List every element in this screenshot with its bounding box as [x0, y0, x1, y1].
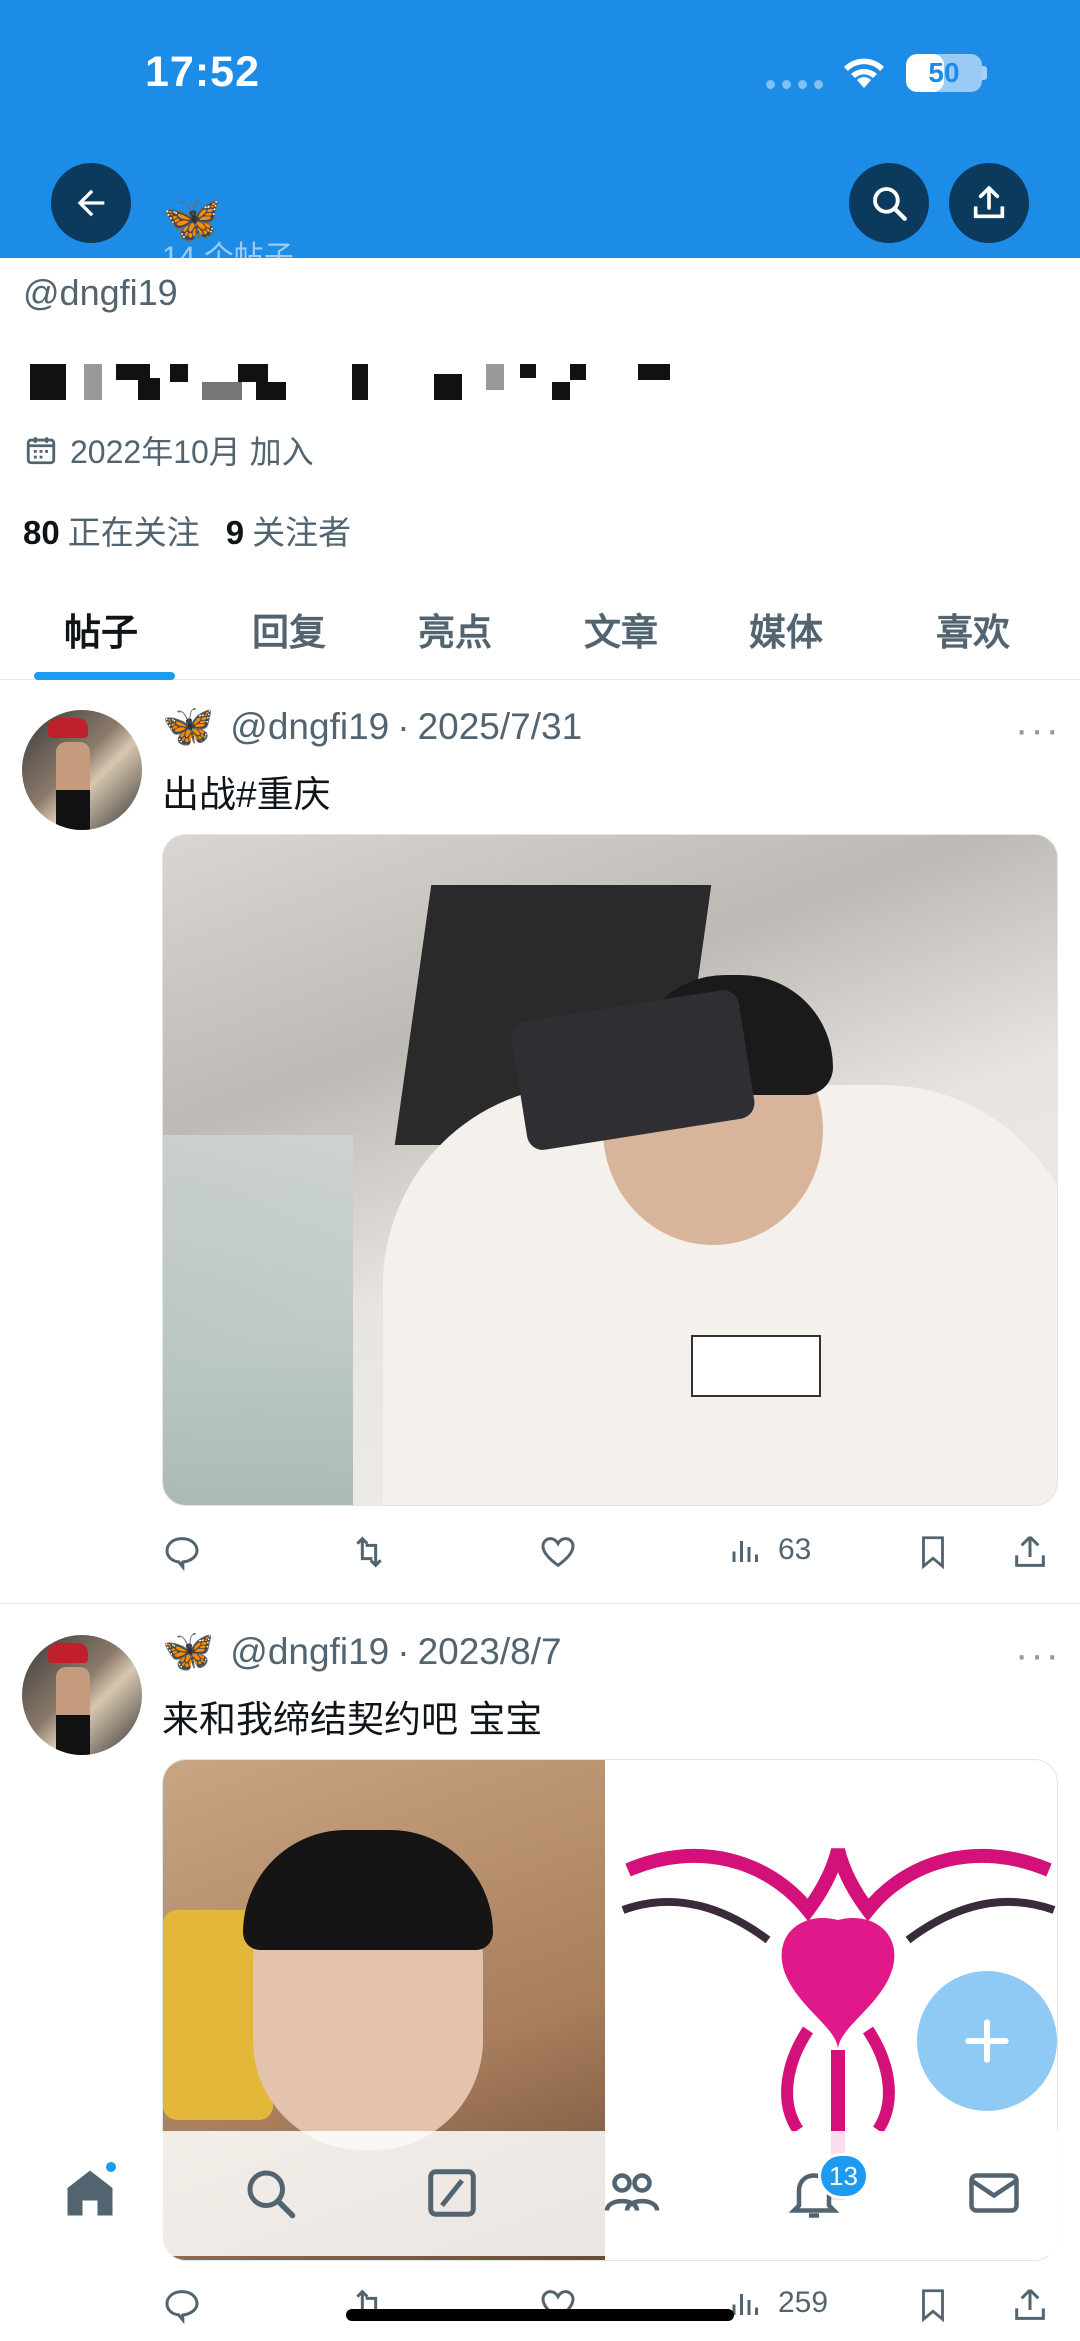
home-unread-dot [104, 2160, 118, 2174]
tab-likes[interactable]: 喜欢 [936, 602, 1010, 656]
reply-icon [165, 1537, 199, 1572]
followers-count: 9 [225, 514, 245, 551]
post-actions: 259 [162, 2275, 1058, 2335]
profile-tabs: 帖子 回复 亮点 文章 媒体 喜欢 [0, 582, 1080, 680]
share-button[interactable] [949, 163, 1029, 243]
like-button[interactable] [538, 1532, 578, 1572]
bookmark-button[interactable] [914, 1532, 952, 1572]
share-post-button[interactable] [1010, 1532, 1050, 1572]
post-separator: · [397, 705, 410, 747]
bookmark-icon [922, 2289, 944, 2323]
search-icon [873, 187, 907, 221]
search-icon[interactable] [240, 2163, 300, 2223]
heart-icon [541, 1537, 575, 1568]
post-header: 🦋 @dngfi19 · 2023/8/7 [162, 1627, 562, 1676]
more-options-button[interactable]: ··· [1015, 1633, 1061, 1678]
more-options-button[interactable]: ··· [1015, 708, 1061, 753]
tab-highlights[interactable]: 亮点 [418, 602, 492, 656]
share-icon [1015, 2288, 1045, 2320]
followers-label: 关注者 [252, 514, 352, 551]
bookmark-icon [922, 1536, 944, 1570]
retweet-button[interactable] [348, 1532, 390, 1572]
cellular-signal-icon [766, 80, 823, 89]
reply-button[interactable] [162, 2285, 202, 2325]
tab-media[interactable]: 媒体 [749, 602, 823, 656]
search-button[interactable] [849, 163, 929, 243]
redacted-bio [30, 364, 680, 404]
share-icon [973, 186, 1005, 219]
views-count: 259 [778, 2286, 829, 2319]
mail-icon[interactable] [964, 2163, 1024, 2223]
bottom-nav [0, 2131, 1080, 2256]
battery-indicator: 50 [906, 54, 982, 92]
tab-articles[interactable]: 文章 [584, 602, 658, 656]
profile-header-banner: 17:52 50 🦋 14 个帖子 [0, 0, 1080, 258]
post-handle[interactable]: @dngfi19 [230, 706, 389, 748]
tab-posts[interactable]: 帖子 [64, 602, 138, 656]
profile-handle: @dngfi19 [23, 272, 178, 313]
share-post-button[interactable] [1010, 2285, 1050, 2325]
post-text: 来和我缔结契约吧 宝宝 [162, 1699, 543, 1740]
post-handle[interactable]: @dngfi19 [230, 1631, 389, 1673]
post-text: 出战#重庆 [162, 774, 331, 815]
post-date[interactable]: 2025/7/31 [418, 706, 583, 748]
views-icon [732, 1541, 758, 1562]
retweet-icon [356, 1536, 382, 1568]
butterfly-emoji: 🦋 [162, 1627, 215, 1674]
notification-badge: 13 [818, 2153, 869, 2199]
communities-icon[interactable] [602, 2163, 662, 2223]
status-time: 17:52 [145, 48, 260, 96]
post-image[interactable] [162, 834, 1058, 1506]
battery-tip [982, 66, 987, 80]
post-separator: · [397, 1630, 410, 1672]
home-indicator [346, 2309, 734, 2321]
active-tab-indicator [34, 672, 175, 680]
views-button[interactable]: 259 [728, 2285, 828, 2321]
bookmark-button[interactable] [914, 2285, 952, 2325]
views-count: 63 [778, 1533, 812, 1566]
views-button[interactable]: 63 [728, 1532, 811, 1568]
tab-replies[interactable]: 回复 [252, 602, 326, 656]
follow-stats: 80 正在关注 9 关注者 [23, 506, 351, 554]
grok-icon[interactable] [422, 2163, 482, 2223]
following-label: 正在关注 [67, 514, 200, 551]
join-date: 2022年10月 加入 [24, 427, 314, 473]
followers-link[interactable]: 9 关注者 [226, 506, 351, 554]
battery-level: 50 [928, 57, 960, 88]
arrow-left-icon [77, 189, 105, 217]
post-actions: 63 [162, 1522, 1058, 1582]
post-header: 🦋 @dngfi19 · 2025/7/31 [162, 702, 582, 751]
reply-icon [165, 2290, 199, 2325]
share-icon [1015, 1535, 1045, 1567]
avatar[interactable] [22, 710, 142, 830]
post-date[interactable]: 2023/8/7 [418, 1631, 562, 1673]
post-item[interactable]: 🦋 @dngfi19 · 2025/7/31 ··· 出战#重庆 63 [0, 680, 1080, 1604]
reply-button[interactable] [162, 1532, 202, 1572]
butterfly-emoji: 🦋 [162, 702, 215, 749]
post-count: 14 个帖子 [162, 241, 294, 258]
avatar[interactable] [22, 1635, 142, 1755]
plus-icon [965, 2019, 1009, 2063]
back-button[interactable] [51, 163, 131, 243]
butterfly-emoji: 🦋 [162, 193, 222, 246]
following-link[interactable]: 80 正在关注 [23, 506, 200, 554]
compose-button[interactable] [917, 1971, 1057, 2111]
following-count: 80 [23, 514, 60, 551]
join-date-text: 2022年10月 加入 [70, 434, 314, 470]
calendar-icon [26, 437, 56, 465]
wifi-icon [844, 58, 884, 88]
